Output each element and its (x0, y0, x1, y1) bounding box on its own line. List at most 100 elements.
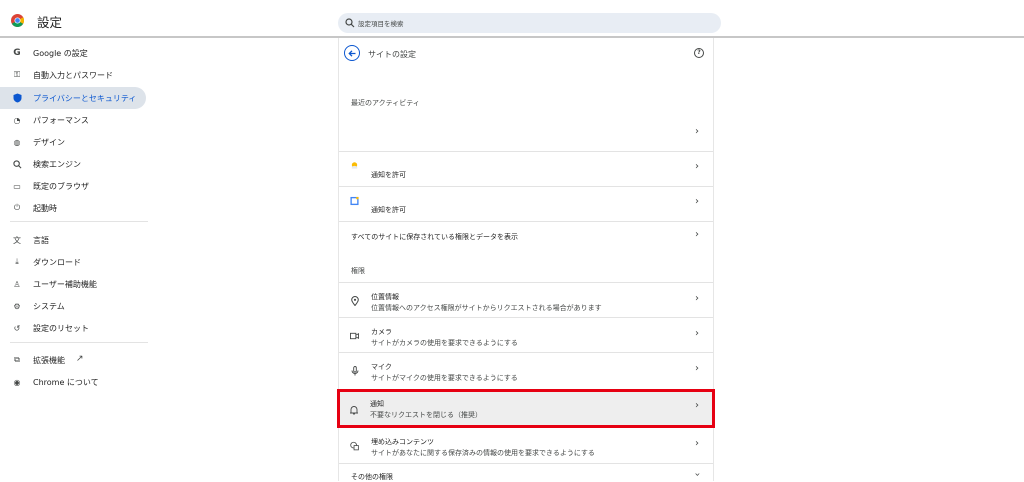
chrome-logo-icon (11, 14, 24, 27)
sidebar-item-label: Chrome について (33, 378, 99, 387)
recent-site-label: 通知を許可 (371, 171, 406, 179)
top-bar: 設定 設定項目を検索 (0, 0, 1024, 38)
recent-activity-row[interactable]: › (339, 116, 713, 151)
chevron-right-icon: › (695, 126, 699, 137)
panel-title: サイトの設定 (368, 50, 416, 59)
chevron-right-icon: › (695, 161, 699, 172)
sidebar-item-default-browser[interactable]: ▭ 既定のブラウザ (0, 175, 146, 197)
sidebar-item-label: 検索エンジン (33, 160, 81, 169)
sidebar-item-google[interactable]: G Google の設定 (0, 42, 146, 64)
sidebar-item-label: デザイン (33, 138, 65, 147)
help-icon[interactable]: ? (694, 48, 704, 58)
sidebar-item-label: 自動入力とパスワード (33, 71, 113, 80)
search-placeholder: 設定項目を検索 (358, 20, 404, 28)
recent-site-row[interactable]: 通知を許可 › (339, 186, 713, 221)
permission-subtitle: サイトがカメラの使用を要求できるようにする (371, 339, 518, 347)
permission-title: 通知 (370, 400, 384, 408)
arrow-back-icon (347, 49, 355, 57)
sidebar-item-on-startup[interactable]: ⏻ 起動時 (0, 197, 146, 219)
google-g-icon: G (13, 48, 21, 58)
translate-icon: 文 (13, 235, 21, 245)
accessibility-icon: ♙ (13, 279, 21, 289)
sidebar-item-label: プライバシーとセキュリティ (33, 94, 137, 103)
chevron-right-icon: › (695, 293, 699, 304)
chrome-icon: ◉ (13, 377, 21, 387)
embedded-content-icon (350, 441, 359, 450)
sidebar-item-languages[interactable]: 文 言語 (0, 229, 146, 251)
recent-activity-heading: 最近のアクティビティ (351, 99, 420, 107)
sidebar-item-accessibility[interactable]: ♙ ユーザー補助機能 (0, 273, 146, 295)
permission-subtitle: サイトがマイクの使用を要求できるようにする (371, 374, 518, 382)
permission-row-embedded-content[interactable]: 埋め込みコンテンツ サイトがあなたに関する保存済みの情報の使用を要求できるように… (339, 427, 713, 463)
search-icon (12, 159, 22, 169)
sidebar-item-label: ダウンロード (33, 258, 81, 267)
sidebar-item-label: 言語 (33, 236, 49, 245)
bell-icon (349, 405, 359, 415)
back-button[interactable] (344, 45, 360, 61)
power-icon: ⏻ (13, 203, 21, 212)
permission-title: 位置情報 (371, 293, 399, 301)
other-permissions-row[interactable]: その他の権限 › (339, 463, 713, 481)
sidebar-item-search-engine[interactable]: 検索エンジン (0, 153, 146, 175)
gauge-icon: ◔ (13, 115, 21, 125)
sidebar-item-reset[interactable]: ↺ 設定のリセット (0, 317, 146, 339)
chevron-right-icon: › (695, 229, 699, 240)
recent-site-label: 通知を許可 (371, 206, 406, 214)
search-input[interactable]: 設定項目を検索 (338, 13, 721, 33)
key-icon: ⚿ (13, 70, 21, 79)
external-link-icon: ↗ (76, 354, 84, 364)
sidebar-item-label: 起動時 (33, 204, 57, 213)
sidebar-item-label: システム (33, 302, 65, 311)
chevron-right-icon: › (695, 196, 699, 207)
wrench-icon: ⚙ (13, 301, 21, 311)
browser-window-icon: ▭ (13, 181, 21, 191)
permission-title: マイク (371, 363, 392, 371)
sidebar-item-label: パフォーマンス (33, 116, 89, 125)
camera-icon (350, 331, 359, 340)
shield-icon (12, 93, 22, 103)
sidebar-item-autofill[interactable]: ⚿ 自動入力とパスワード (0, 64, 146, 86)
sidebar-item-label: 既定のブラウザ (33, 182, 89, 191)
sidebar-item-about-chrome[interactable]: ◉ Chrome について (0, 371, 146, 393)
search-icon (345, 18, 355, 28)
permission-row-camera[interactable]: カメラ サイトがカメラの使用を要求できるようにする › (339, 317, 713, 352)
microphone-icon (350, 365, 359, 375)
chevron-down-icon: › (691, 472, 703, 477)
permission-title: カメラ (371, 328, 392, 336)
reset-icon: ↺ (13, 323, 21, 333)
download-icon: ⤓ (15, 257, 19, 266)
chevron-right-icon: › (695, 363, 699, 374)
permission-subtitle: 位置情報へのアクセス権限がサイトからリクエストされる場合があります (371, 304, 602, 312)
puzzle-icon: ⧉ (14, 355, 20, 364)
palette-icon: ◍ (13, 137, 21, 147)
permission-subtitle: 不要なリクエストを閉じる（推奨） (370, 411, 482, 419)
permission-title: 埋め込みコンテンツ (371, 438, 434, 446)
sidebar-item-label: Google の設定 (33, 49, 88, 58)
sidebar-item-downloads[interactable]: ⤓ ダウンロード (0, 251, 146, 273)
permission-row-microphone[interactable]: マイク サイトがマイクの使用を要求できるようにする › (339, 352, 713, 388)
sidebar-item-extensions[interactable]: ⧉ 拡張機能 ↗ (0, 349, 146, 371)
chevron-right-icon: › (695, 400, 699, 411)
sidebar-divider (10, 342, 148, 343)
chevron-right-icon: › (695, 328, 699, 339)
sidebar-item-system[interactable]: ⚙ システム (0, 295, 146, 317)
page-title: 設定 (37, 15, 63, 30)
view-all-site-data-row[interactable]: すべてのサイトに保存されている権限とデータを表示 › (339, 221, 713, 251)
permission-row-notifications[interactable]: 通知 不要なリクエストを閉じる（推奨） › (337, 389, 715, 428)
sidebar-item-label: 拡張機能 (33, 356, 65, 365)
sun-favicon-icon (350, 160, 359, 169)
permission-subtitle: サイトがあなたに関する保存済みの情報の使用を要求できるようにする (371, 449, 595, 457)
sidebar: G Google の設定 ⚿ 自動入力とパスワード プライバシーとセキュリティ … (0, 40, 150, 481)
sidebar-divider (10, 221, 148, 222)
permission-row-location[interactable]: 位置情報 位置情報へのアクセス権限がサイトからリクエストされる場合があります › (339, 282, 713, 317)
sidebar-item-label: ユーザー補助機能 (33, 280, 97, 289)
sidebar-item-privacy[interactable]: プライバシーとセキュリティ (0, 87, 146, 109)
sidebar-item-performance[interactable]: ◔ パフォーマンス (0, 109, 146, 131)
recent-site-row[interactable]: 通知を許可 › (339, 151, 713, 186)
view-all-site-data-label: すべてのサイトに保存されている権限とデータを表示 (351, 233, 519, 241)
sidebar-item-design[interactable]: ◍ デザイン (0, 131, 146, 153)
permissions-heading: 権限 (351, 267, 365, 275)
sidebar-item-label: 設定のリセット (33, 324, 89, 333)
calendar-favicon-icon (350, 196, 359, 205)
location-pin-icon (350, 295, 359, 306)
